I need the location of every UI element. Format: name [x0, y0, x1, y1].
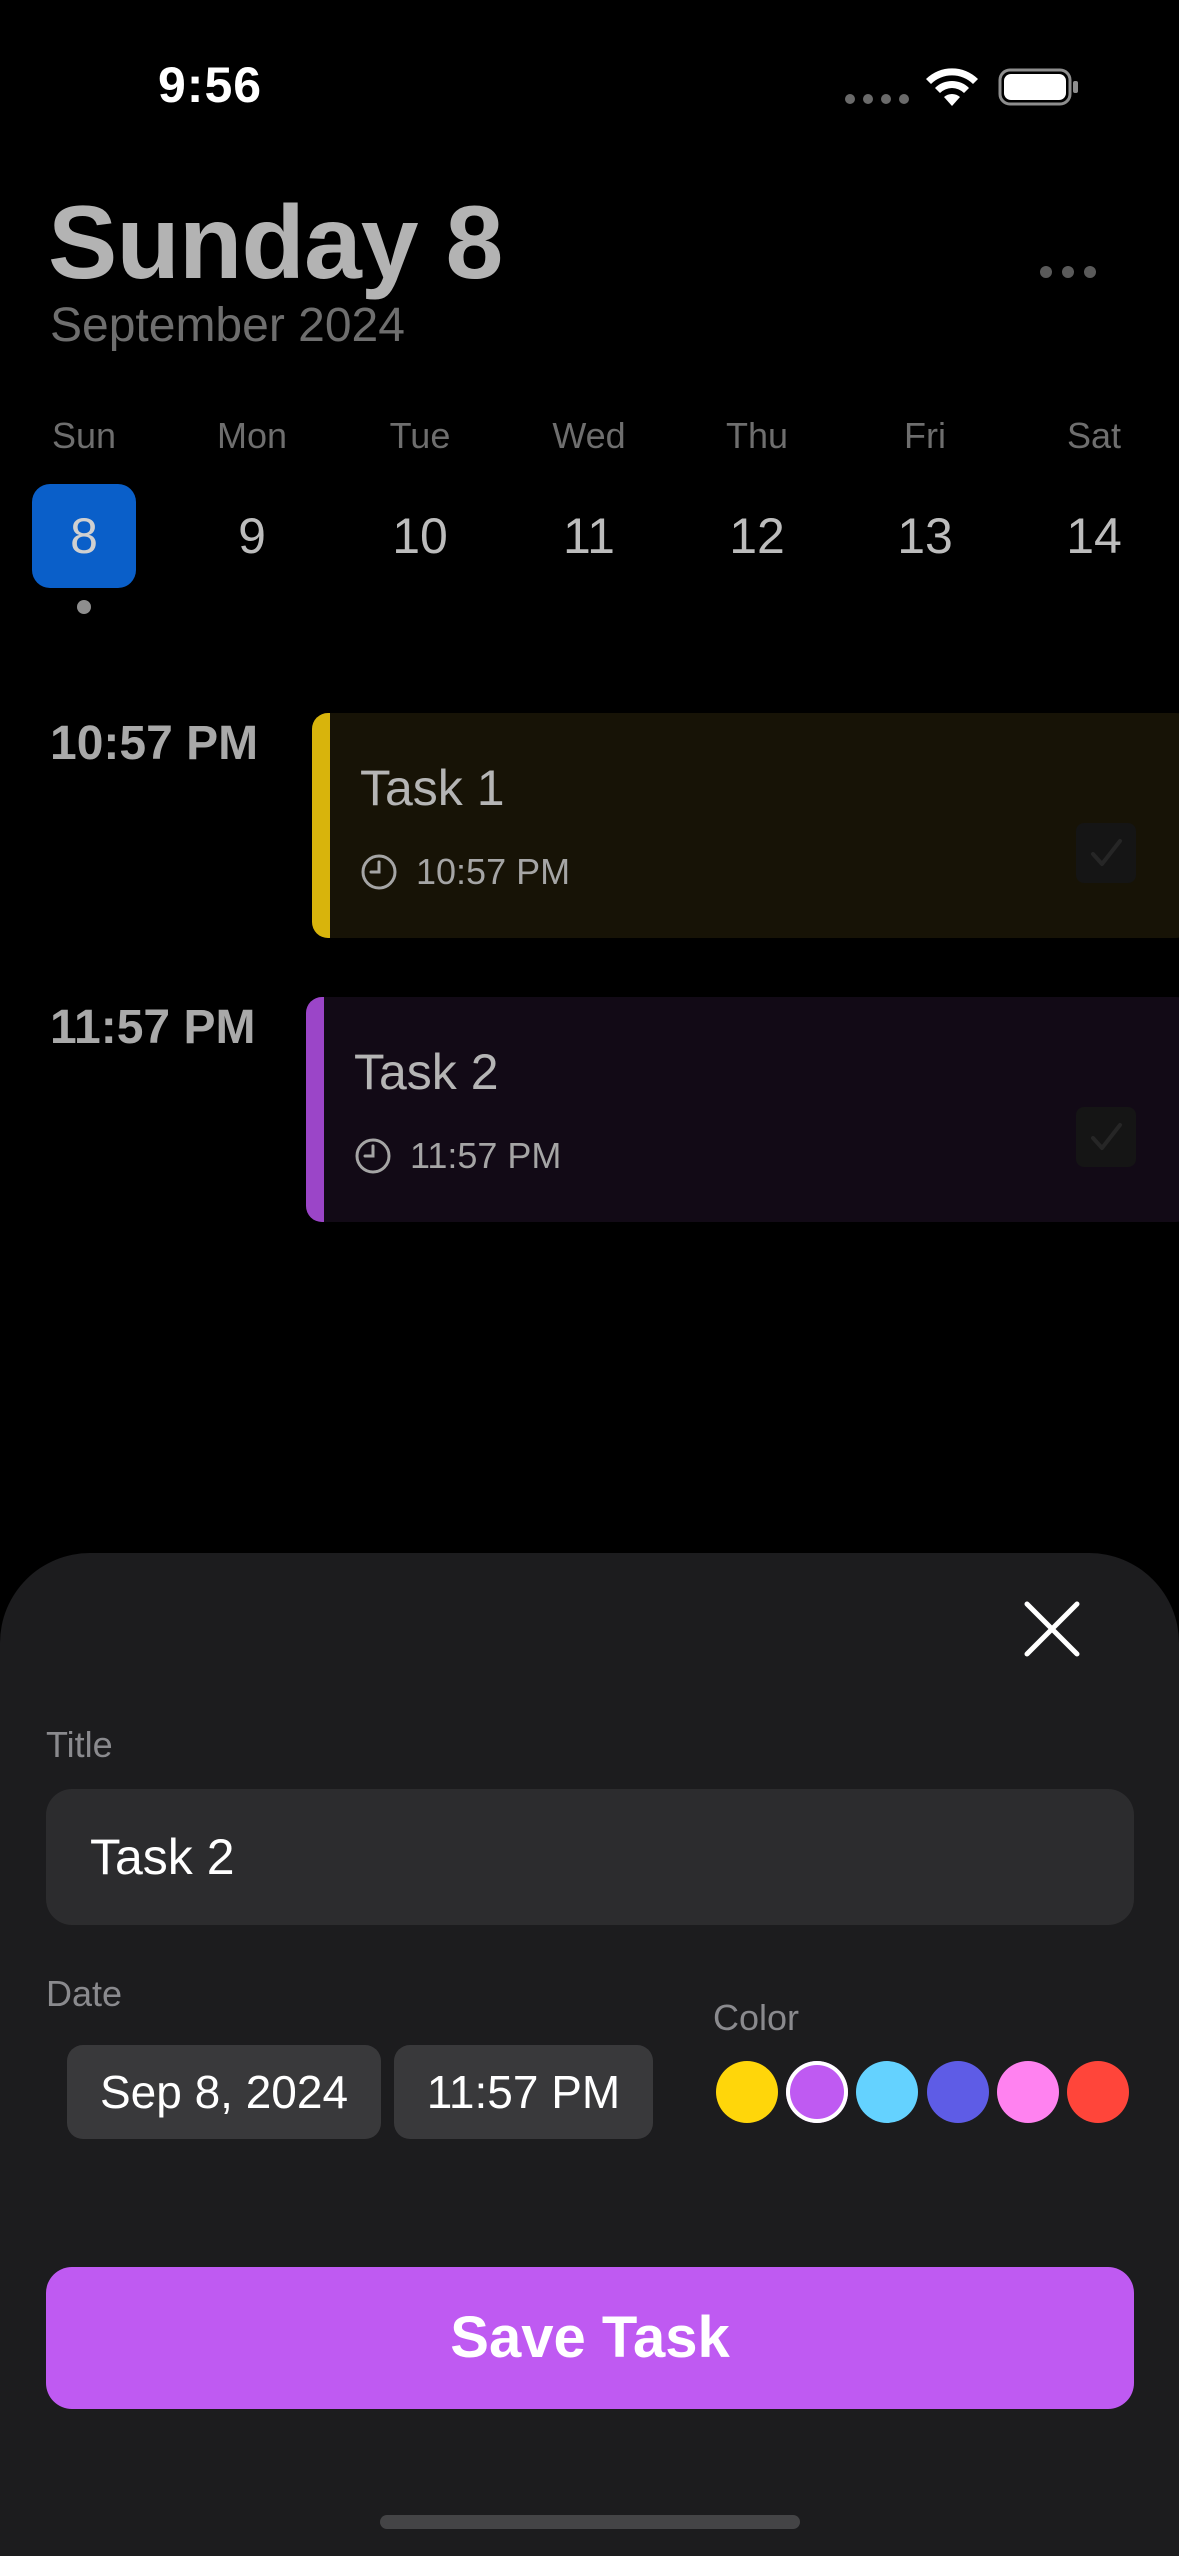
title-label: Title: [46, 1724, 113, 1765]
task-row-time: 11:57 PM: [50, 1001, 256, 1054]
title-input[interactable]: [46, 1789, 1134, 1925]
page-title: Sunday 8: [48, 185, 503, 301]
date-picker-button[interactable]: Sep 8, 2024: [67, 2045, 381, 2139]
day-fri[interactable]: Fri 13: [865, 410, 985, 588]
day-number: 11: [563, 508, 615, 564]
status-time: 9:56: [158, 57, 263, 113]
day-number: 12: [729, 508, 785, 564]
task-complete-checkbox[interactable]: [1076, 823, 1136, 883]
color-swatch-purple[interactable]: [786, 2061, 848, 2123]
day-mon[interactable]: Mon 9: [192, 410, 312, 588]
checkmark-icon: [1091, 839, 1122, 866]
month-subtitle: September 2024: [50, 299, 405, 352]
day-name: Sun: [51, 415, 117, 456]
task-complete-checkbox[interactable]: [1076, 1107, 1136, 1167]
day-wed[interactable]: Wed 11: [529, 410, 649, 588]
save-task-button[interactable]: Save Task: [46, 2267, 1134, 2409]
day-sat[interactable]: Sat 14: [1034, 410, 1154, 588]
color-swatch-pink[interactable]: [997, 2061, 1059, 2123]
day-name: Mon: [216, 415, 288, 456]
battery-icon: [998, 68, 1078, 106]
day-number: 13: [897, 508, 953, 564]
today-indicator-dot: [77, 600, 91, 614]
date-label: Date: [46, 1973, 123, 2014]
task-time: 10:57 PM: [416, 851, 571, 892]
color-swatch-indigo[interactable]: [927, 2061, 989, 2123]
color-swatch-cyan[interactable]: [856, 2061, 918, 2123]
task-time-row: 10:57 PM: [360, 851, 570, 893]
task-time: 11:57 PM: [410, 1135, 562, 1176]
clock-icon: [355, 1138, 391, 1174]
task-color-bar: [312, 713, 330, 938]
color-swatch-yellow[interactable]: [716, 2061, 778, 2123]
task-color-bar: [306, 997, 324, 1222]
time-picker-button[interactable]: 11:57 PM: [394, 2045, 653, 2139]
day-name: Tue: [389, 415, 451, 456]
color-swatch-red[interactable]: [1067, 2061, 1129, 2123]
day-number: 14: [1066, 508, 1122, 564]
day-thu[interactable]: Thu 12: [697, 410, 817, 588]
task-title: Task 1: [360, 760, 505, 816]
task-time-row: 11:57 PM: [354, 1135, 561, 1177]
more-options-icon[interactable]: [1040, 266, 1096, 278]
day-number: 10: [392, 508, 448, 564]
day-number: 9: [238, 508, 266, 564]
day-name: Thu: [725, 415, 789, 456]
color-label: Color: [713, 1997, 800, 2038]
clock-icon: [361, 854, 397, 890]
cellular-signal-icon: [845, 94, 909, 104]
day-sun[interactable]: Sun 8: [24, 410, 144, 614]
wifi-icon: [926, 68, 978, 106]
day-name: Sat: [1066, 415, 1122, 456]
task-title: Task 2: [354, 1044, 499, 1100]
task-row-time: 10:57 PM: [50, 717, 259, 770]
day-name: Fri: [904, 415, 946, 456]
day-number: 8: [32, 484, 136, 588]
checkmark-icon: [1091, 1123, 1122, 1150]
task-card[interactable]: Task 2 11:57 PM: [306, 997, 1179, 1222]
day-tue[interactable]: Tue 10: [360, 410, 480, 588]
close-icon[interactable]: [1023, 1600, 1081, 1658]
home-indicator: [380, 2515, 800, 2529]
task-card[interactable]: Task 1 10:57 PM: [312, 713, 1179, 938]
day-name: Wed: [552, 415, 626, 456]
week-strip: Sun 8 Mon 9 Tue 10 Wed 11 Thu 12 Fri 13 …: [0, 410, 1179, 614]
